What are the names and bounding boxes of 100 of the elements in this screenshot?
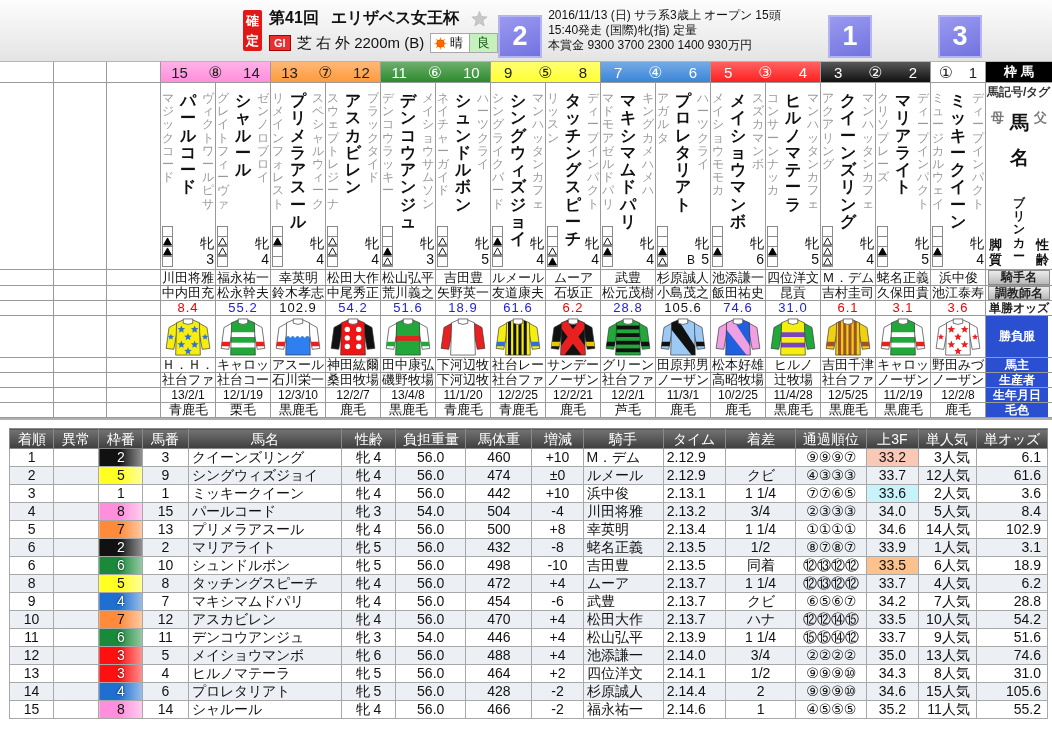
win-odds: 6.2 [562, 301, 584, 315]
sire-name: スズカマンボ [752, 92, 764, 173]
coat-color: 黒鹿毛 [883, 403, 923, 417]
frame-number: ④ [648, 62, 663, 82]
horse-name-label: 名 [1009, 148, 1029, 167]
column-header: 着差 [725, 428, 796, 449]
coat-color: 青鹿毛 [498, 403, 538, 417]
coat-color: 鹿毛 [670, 403, 696, 417]
sex-label: 牝 [860, 235, 874, 251]
coat-color: 黒鹿毛 [828, 403, 868, 417]
frame-number: ⑦ [318, 62, 333, 82]
sex-label: 牝 [475, 235, 489, 251]
win-odds: 102.9 [279, 301, 317, 315]
breeder-name: 磯野牧場 [382, 373, 434, 387]
sex-label: 牝 [915, 235, 929, 251]
sex-label: 牝 [420, 235, 434, 251]
grade-badge: GI [269, 35, 291, 51]
jockey-name: Ｍ．デム [822, 270, 874, 285]
trainer-name: 荒川義之 [382, 286, 434, 300]
birth-date: 13/4/8 [391, 388, 425, 402]
sire-name: メイショウサムソン [422, 92, 434, 213]
dam-name: ミュージカルウェイ [932, 92, 944, 213]
age-label: 4 [316, 251, 324, 267]
column-header: 性齢 [341, 428, 396, 449]
sex-label: 牝 [365, 235, 379, 251]
breeder-name: 高昭牧場 [712, 373, 764, 387]
tag-label: 馬記号/タグ [986, 84, 1052, 99]
horse-number: 14 [243, 63, 260, 81]
win-odds: 74.6 [723, 301, 753, 315]
sex-label: 牝 [255, 235, 269, 251]
horse-number: 6 [688, 63, 697, 81]
sire-name: キングカメハメハ [642, 92, 654, 200]
column-header: 着順 [9, 428, 54, 449]
star-icon[interactable] [470, 10, 488, 27]
coat-color: 鹿毛 [945, 403, 971, 417]
breeder-row-label: 生産者 [986, 373, 1048, 387]
silks-row-label: 勝負服 [986, 316, 1048, 357]
sex-label: 牝 [640, 235, 654, 251]
age-label: 5 [701, 251, 709, 267]
win-odds: 55.2 [228, 301, 258, 315]
trainer-name: 小島茂之 [657, 286, 709, 300]
column-header: 負担重量 [395, 428, 466, 449]
birth-date: 11/1/20 [443, 388, 483, 402]
owner-name: 社台レー [492, 358, 544, 372]
horse-number: 4 [798, 63, 807, 81]
dam-name: マジックコード [162, 92, 174, 187]
win-odds: 28.8 [613, 301, 643, 315]
dam-name: コンサーンナッカ [767, 92, 779, 200]
trainer-name: 友道康夫 [492, 286, 544, 300]
finish-rank-badge: 2 [498, 15, 542, 58]
sire-name: マンハッタンカフェ [807, 92, 819, 213]
owner-name: 野田みづ [932, 358, 984, 372]
owner-name: Ｈ．Ｈ． [162, 358, 214, 372]
horse-number: 12 [353, 63, 370, 81]
race-info-line: 2016/11/13 (日) サラ系3歳上 オープン 15頭 [548, 8, 781, 23]
horse-name: シャルール [235, 92, 251, 179]
sex-label: 牝 [750, 235, 764, 251]
dam-name: シングライクバード [492, 92, 504, 213]
sex-label: 牝 [695, 235, 709, 251]
sex-label: 牝 [805, 235, 819, 251]
frame-number: ⑥ [427, 62, 443, 82]
finish-rank-badge: 1 [828, 15, 872, 58]
trainer-name: 飯田祐史 [712, 286, 764, 300]
horse-number: 9 [504, 63, 513, 81]
sire-name: スペシャルウィーク [312, 92, 324, 213]
race-round: 第41回 [269, 8, 319, 28]
trainer-name: 矢野英一 [437, 286, 489, 300]
trainer-name: 松永幹夫 [217, 286, 269, 300]
age-label: 4 [536, 251, 544, 267]
horse-number: 1 [968, 63, 978, 81]
birth-date: 12/1/19 [222, 388, 263, 402]
horse-name: プリメラアスール [290, 92, 306, 231]
age-label: 3 [426, 251, 434, 267]
owner-row-label: 馬主 [986, 358, 1048, 372]
sire-name: ハーツクライ [697, 92, 709, 173]
win-odds: 105.6 [664, 301, 702, 315]
dam-name: クリソプレーズ [877, 92, 889, 187]
age-label: 4 [261, 251, 269, 267]
dam-label: 母 [991, 109, 1004, 127]
jockey-name: ルメール [492, 270, 544, 285]
birth-date-row-label: 生年月日 [986, 388, 1048, 402]
column-header: 枠番 [98, 428, 143, 449]
jockey-name: 蛯名正義 [877, 270, 929, 285]
dam-name: マドモアゼルドパリ [602, 92, 614, 213]
age-label: 5 [811, 251, 819, 267]
jockey-name: 浜中俊 [938, 270, 978, 285]
coat-color: 芦毛 [615, 403, 641, 417]
sire-name: マンハッタンカフェ [532, 92, 544, 213]
breeder-name: 石川栄一 [272, 373, 324, 387]
age-label: 4 [866, 251, 874, 267]
column-header: 単オッズ [976, 428, 1048, 449]
horse-name: アスカビレン [345, 92, 361, 196]
coat-color-row-label: 毛色 [986, 403, 1048, 417]
win-odds: 3.6 [947, 301, 969, 315]
sex-age-label: 性齢 [1036, 238, 1049, 267]
coat-color: 青鹿毛 [168, 403, 208, 417]
birth-date: 12/5/25 [827, 388, 868, 402]
horse-number: 10 [462, 63, 480, 81]
sire-name: ゼンノロブロイ [257, 92, 269, 187]
breeder-name: 社台コー [217, 373, 269, 387]
